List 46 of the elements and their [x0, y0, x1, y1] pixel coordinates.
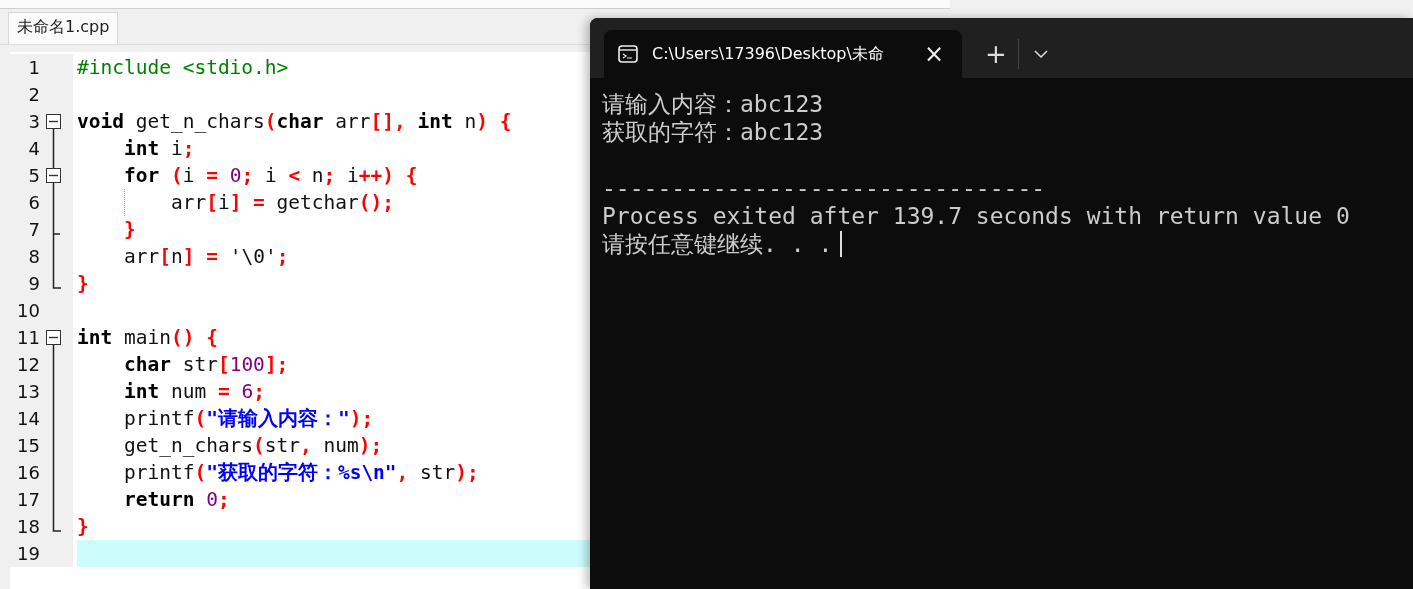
code-line: int main() { [77, 325, 219, 351]
code-line: int num = 6; [122, 379, 266, 405]
line-number: 15 [16, 435, 40, 456]
output-line: -------------------------------- [602, 174, 1046, 202]
output-line: 获取的字符：abc123 [602, 118, 824, 146]
line-number: 1 [27, 57, 40, 78]
line-number: 14 [16, 408, 40, 429]
code-line: } [122, 217, 137, 243]
line-number: 12 [16, 354, 40, 375]
line-number: 10 [16, 300, 40, 321]
code-line: arr[n] = '\0'; [122, 244, 290, 270]
code-line: char str[100]; [122, 352, 290, 378]
line-number: 7 [27, 219, 40, 240]
line-number: 6 [27, 192, 40, 213]
line-number: 13 [16, 381, 40, 402]
line-number: 3 [27, 111, 40, 132]
output-line: 请输入内容：abc123 [602, 90, 824, 118]
line-number: 8 [27, 246, 40, 267]
code-line: } [77, 514, 90, 540]
code-line: int i; [122, 136, 196, 162]
tab-title: C:\Users\17396\Desktop\未命 [652, 43, 885, 65]
output-line: 请按任意键继续. . . [602, 230, 833, 258]
chevron-icon [1034, 50, 1048, 58]
close-tab-button[interactable]: × [917, 40, 950, 68]
line-number: 9 [27, 273, 40, 294]
code-line: #include <stdio.h> [77, 55, 290, 81]
line-number: 17 [16, 489, 40, 510]
line-number: 19 [16, 543, 40, 564]
new-tab-button[interactable]: + [974, 36, 1018, 72]
file-tab[interactable]: 未命名1.cpp [8, 12, 119, 44]
line-number: 18 [16, 516, 40, 537]
code-line: printf("请输入内容："); [122, 406, 375, 432]
code-line: for (i = 0; i < n; i++) { [122, 163, 419, 189]
fold-toggle-icon[interactable] [46, 162, 61, 189]
line-number: 5 [27, 165, 40, 186]
terminal-tab[interactable]: C:\Users\17396\Desktop\未命 × [604, 30, 962, 78]
line-number: 2 [27, 84, 40, 105]
code-line: return 0; [122, 487, 231, 513]
code-line: printf("获取的字符：%s\n", str); [122, 460, 480, 486]
line-number: 4 [27, 138, 40, 159]
code-line: void get_n_chars(char arr[], int n) { [77, 109, 513, 135]
code-line: get_n_chars(str, num); [122, 433, 384, 459]
line-number: 11 [16, 327, 40, 348]
line-number: 16 [16, 462, 40, 483]
terminal-icon [618, 45, 638, 63]
code-line: } [77, 271, 90, 297]
